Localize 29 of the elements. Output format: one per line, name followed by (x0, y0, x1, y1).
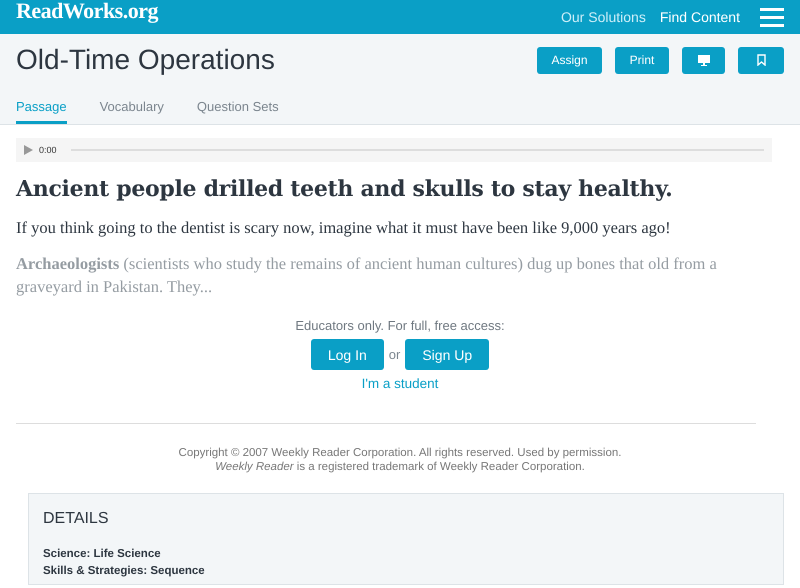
site-logo[interactable]: ReadWorks.org (16, 0, 158, 24)
login-button[interactable]: Log In (310, 339, 384, 370)
or-label: or (388, 347, 400, 362)
present-button[interactable] (682, 46, 725, 74)
copyright-text: Weekly Reader is a registered trademark of Weekly Reader Corporation. (215, 460, 585, 474)
access-prompt: Educators only. For full, free access: (295, 318, 505, 333)
nav-link[interactable]: Find Content (660, 9, 740, 25)
bookmark-icon (756, 54, 766, 66)
page-title: Old-Time Operations (16, 44, 275, 76)
assign-button[interactable]: Assign (537, 46, 602, 74)
nav-link[interactable]: Our Solutions (561, 9, 646, 25)
signup-button[interactable]: Sign Up (405, 339, 490, 370)
student-link[interactable]: I'm a student (362, 376, 438, 391)
menu-icon[interactable] (760, 7, 784, 27)
passage-preview: Archaeologists (scientists who study the remains of ancient human cultures) dug up bones that old from a graveyard in Pakistan. They... (16, 253, 718, 298)
details-item: Skills & Strategies: Sequence (43, 564, 206, 579)
tab[interactable]: Vocabulary (100, 99, 164, 124)
bookmark-button[interactable] (738, 46, 784, 74)
details-item: Science: Life Science (43, 547, 162, 562)
play-icon[interactable] (24, 145, 33, 155)
copyright-text: Copyright © 2007 Weekly Reader Corporation. All rights reserved. Used by permission. (178, 446, 622, 460)
monitor-icon (698, 54, 710, 66)
tab[interactable]: Question Sets (196, 99, 279, 124)
passage-heading: Ancient people drilled teeth and skulls to stay healthy. (16, 176, 674, 202)
passage-intro: If you think going to the dentist is scary now, imagine what it must have been like 9,000 years ago! (16, 218, 672, 238)
details-title: DETAILS (43, 510, 110, 528)
audio-time: 0:00 (39, 145, 57, 155)
tab[interactable]: Passage (16, 99, 67, 124)
print-button[interactable]: Print (615, 46, 669, 74)
